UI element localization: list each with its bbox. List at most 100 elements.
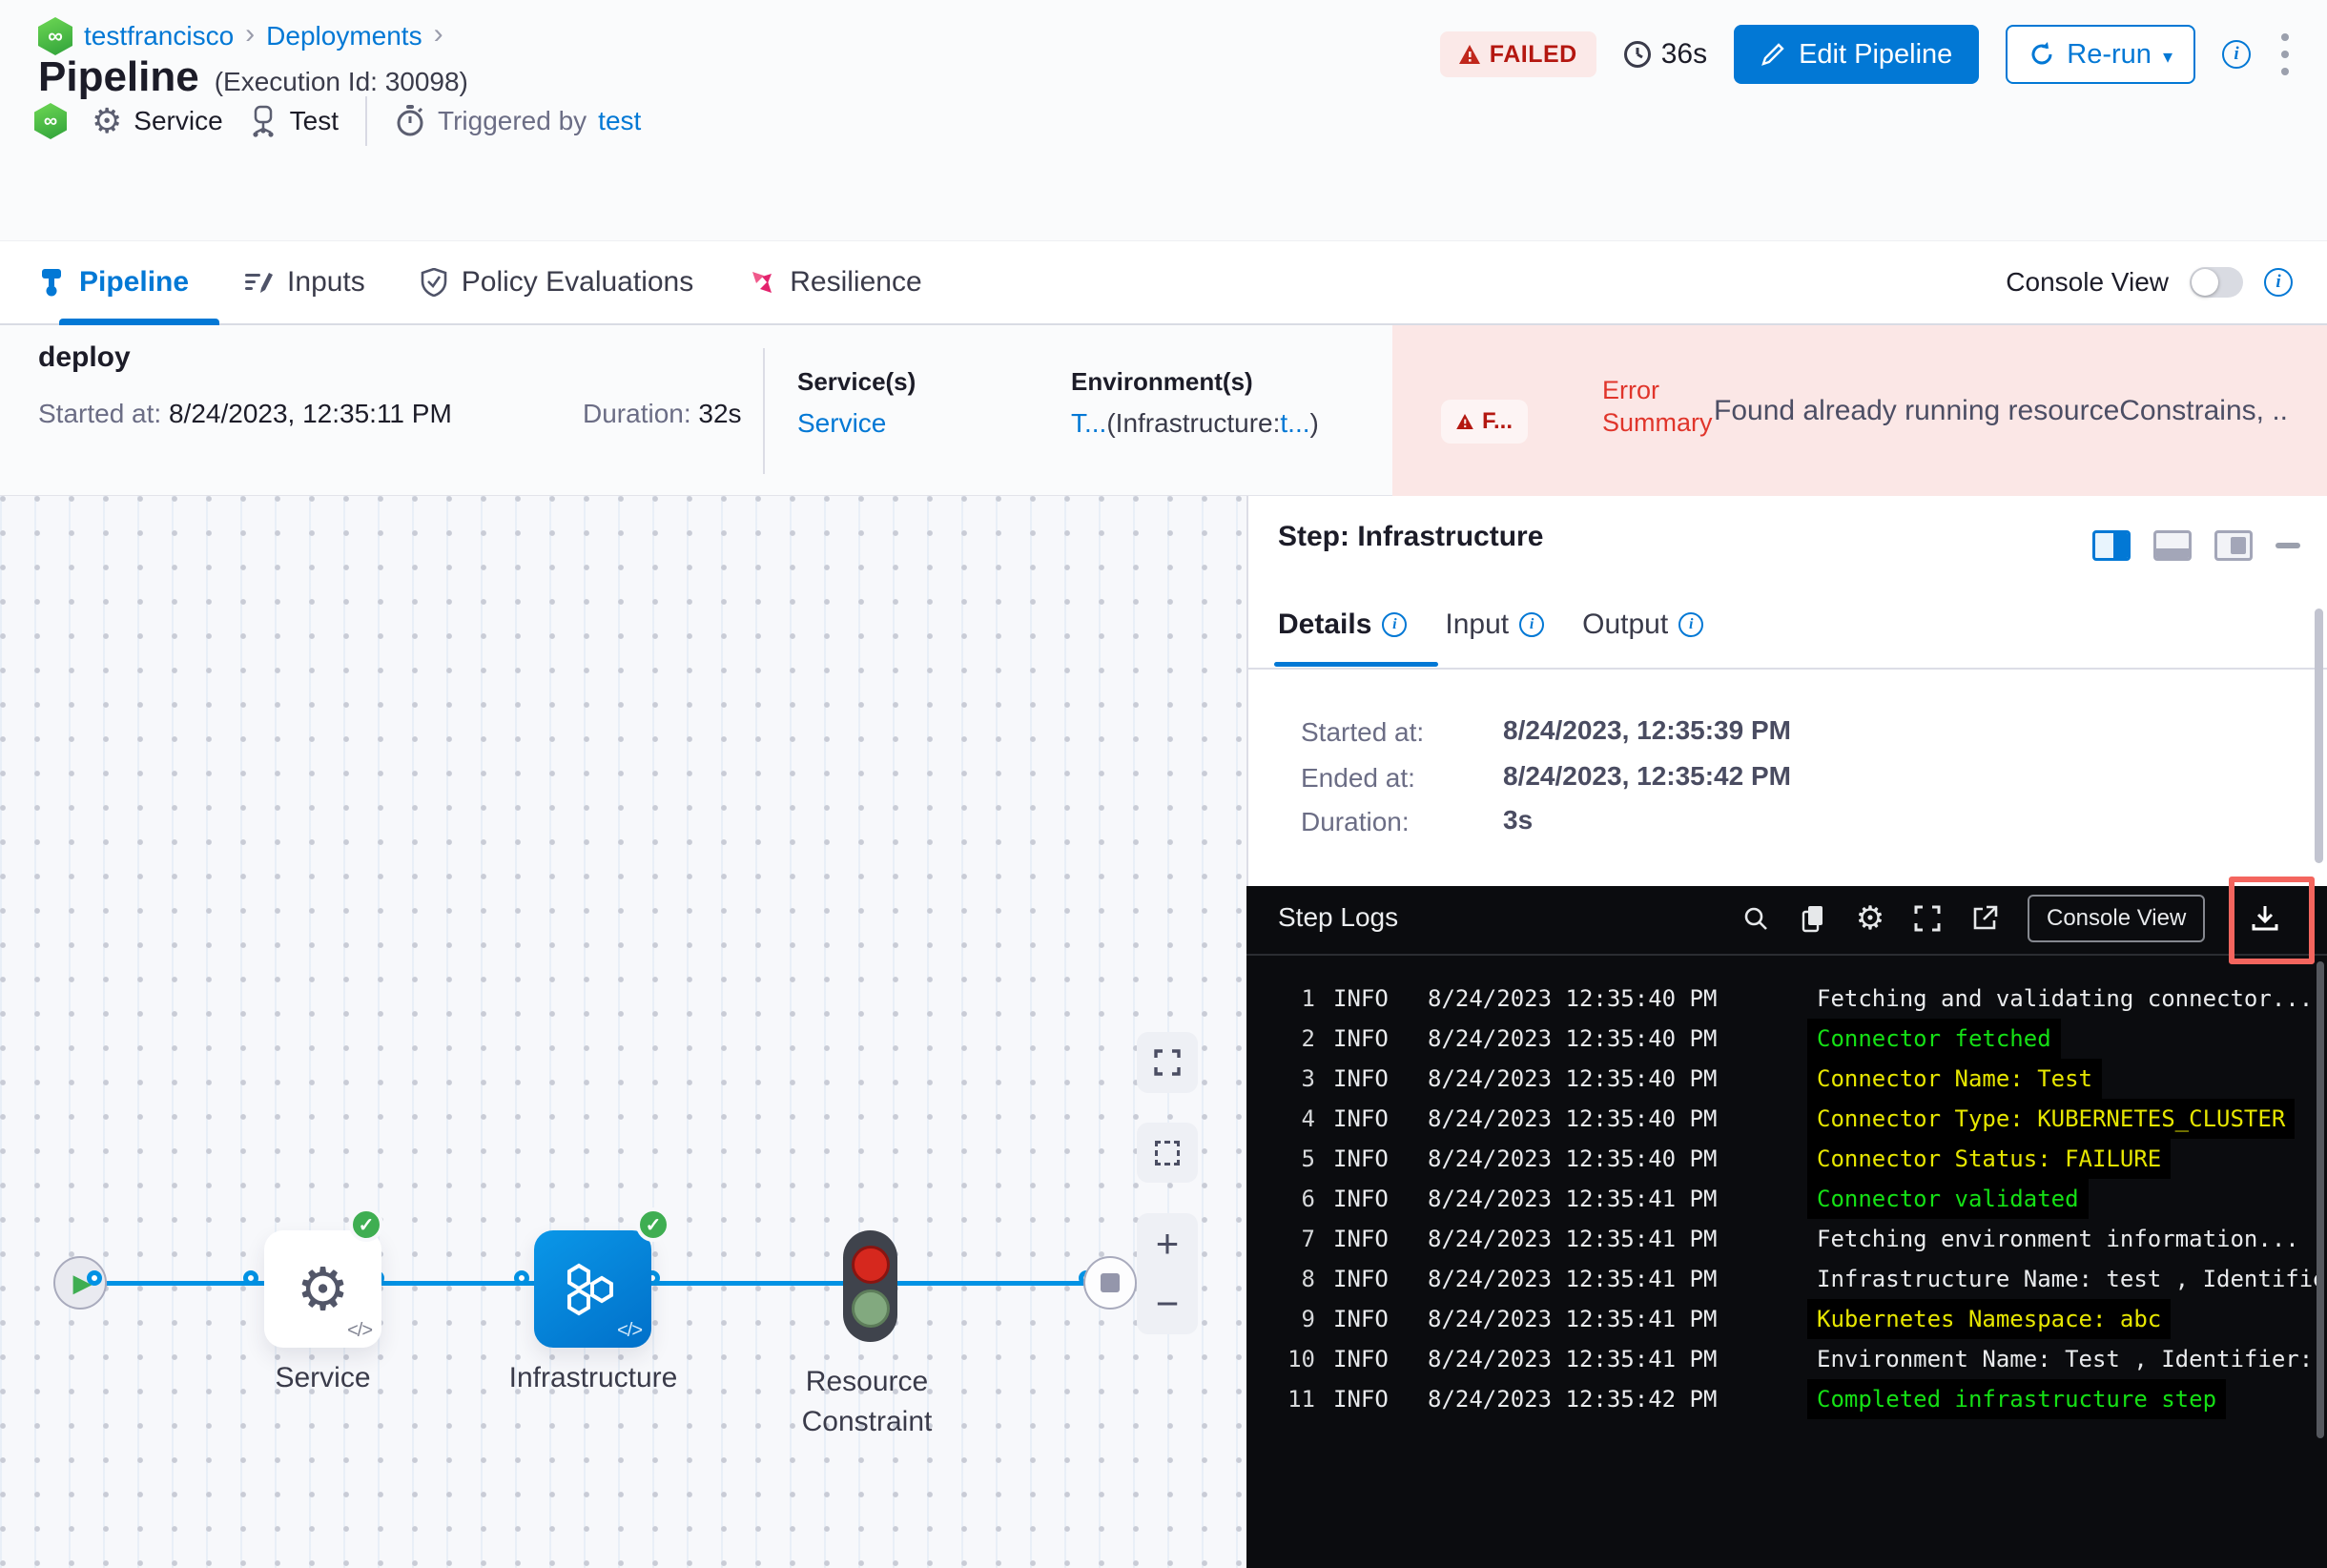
end-node[interactable] — [1083, 1256, 1137, 1310]
tab-pipeline[interactable]: Pipeline — [38, 266, 189, 299]
input-info-icon[interactable]: i — [1519, 612, 1545, 637]
output-info-icon[interactable]: i — [1678, 612, 1704, 637]
inputs-icon — [245, 272, 274, 293]
pipeline-meta-row: ∞ ⚙ Service Test Triggered by test — [34, 95, 641, 147]
log-message: Environment Name: Test , Identifier: Tes… — [1817, 1346, 2322, 1372]
detail-tabs-divider — [1246, 668, 2327, 670]
success-check-icon: ✓ — [636, 1207, 670, 1242]
log-line: 5 INFO 8/24/2023 12:35:40 PM Connector Stat… — [1246, 1139, 2327, 1179]
log-lines: 1 INFO 8/24/2023 12:35:40 PM Fetching and v… — [1246, 979, 2327, 1419]
infrastructure-step-node[interactable]: </> — [534, 1230, 651, 1348]
tab-input[interactable]: Input i — [1445, 609, 1545, 641]
annotation-highlight-box — [2229, 877, 2315, 964]
open-in-new-icon[interactable] — [1970, 904, 1999, 933]
stage-name[interactable]: deploy — [38, 341, 131, 374]
trigger-user-link[interactable]: test — [598, 106, 641, 136]
log-settings-gear-icon[interactable]: ⚙ — [1856, 900, 1884, 937]
fullscreen-icon[interactable] — [1913, 904, 1942, 933]
service-gear-icon: ⚙ — [296, 1257, 350, 1323]
ended-at-label: Ended at: — [1301, 763, 1415, 793]
refresh-icon — [2031, 42, 2052, 65]
layout-minimized-view-icon[interactable] — [2214, 530, 2253, 561]
services-label: Service(s) — [797, 367, 916, 396]
active-detail-tab-underline — [1274, 662, 1438, 667]
panel-scrollbar[interactable] — [2315, 609, 2323, 863]
pipeline-execution-page: ∞ testfrancisco › Deployments › Pipeline… — [0, 0, 2327, 1568]
service-gear-icon: ⚙ — [92, 101, 123, 140]
breadcrumb-project-link[interactable]: testfrancisco — [84, 21, 234, 52]
layout-bottom-view-icon[interactable] — [2153, 530, 2192, 561]
info-icon[interactable]: i — [2222, 40, 2251, 69]
error-badge-label: F... — [1482, 408, 1514, 434]
log-line: 9 INFO 8/24/2023 12:35:41 PM Kubernetes Nam… — [1246, 1299, 2327, 1339]
rerun-button[interactable]: Re-run ▾ — [2006, 25, 2195, 84]
tab-inputs-label: Inputs — [287, 265, 365, 298]
service-node-label: Service — [275, 1362, 371, 1393]
edge-port — [514, 1270, 529, 1286]
edit-pipeline-label: Edit Pipeline — [1799, 38, 1953, 70]
minimize-panel-button[interactable] — [2276, 543, 2300, 548]
zoom-in-button[interactable]: + — [1156, 1223, 1180, 1264]
log-message: Connector Type: KUBERNETES_CLUSTER — [1807, 1099, 2296, 1139]
more-options-menu[interactable] — [2277, 30, 2293, 79]
infrastructure-node-label: Infrastructure — [508, 1362, 678, 1393]
log-message: Connector fetched — [1807, 1019, 2061, 1059]
code-glyph: </> — [347, 1320, 373, 1341]
environments-value[interactable]: T...(Infrastructure:t...) — [1071, 408, 1319, 439]
started-at-value: 8/24/2023, 12:35:39 PM — [1503, 715, 1791, 745]
code-glyph: </> — [617, 1320, 643, 1341]
log-line: 10 INFO 8/24/2023 12:35:41 PM Environment N… — [1246, 1339, 2327, 1379]
console-view-toggle[interactable] — [2190, 266, 2243, 298]
breadcrumb: ∞ testfrancisco › Deployments › — [38, 17, 443, 55]
traffic-light-green — [851, 1289, 890, 1328]
marquee-select-button[interactable] — [1137, 1123, 1198, 1183]
panel-layout-controls — [2092, 530, 2300, 561]
copy-icon[interactable] — [1799, 904, 1827, 933]
edit-pipeline-button[interactable]: Edit Pipeline — [1734, 25, 1980, 84]
tab-input-label: Input — [1445, 609, 1510, 640]
details-info-icon[interactable]: i — [1382, 612, 1408, 637]
tab-details-label: Details — [1278, 609, 1372, 640]
warning-icon — [1456, 414, 1473, 429]
tab-output[interactable]: Output i — [1582, 609, 1704, 641]
log-line: 1 INFO 8/24/2023 12:35:40 PM Fetching and v… — [1246, 979, 2327, 1019]
tab-pipeline-label: Pipeline — [79, 265, 190, 298]
environment-link[interactable]: T... — [1071, 408, 1106, 438]
edge-port — [87, 1270, 102, 1286]
traffic-light-red — [851, 1245, 890, 1284]
harness-stage-icon: ∞ — [34, 103, 67, 139]
title-row: Pipeline (Execution Id: 30098) — [38, 53, 468, 101]
search-icon[interactable] — [1741, 904, 1770, 933]
layout-right-view-icon[interactable] — [2092, 530, 2131, 561]
resource-constraint-node[interactable] — [843, 1230, 897, 1342]
pipeline-graph-canvas[interactable]: ▶ ⚙ </> ✓ Service </> ✓ Infrastructure R… — [0, 496, 1246, 1568]
page-title: Pipeline — [38, 53, 199, 100]
step-detail-tabs: Details i Input i Output i — [1278, 609, 1704, 641]
fit-to-screen-button[interactable] — [1137, 1032, 1198, 1093]
services-value-link[interactable]: Service — [797, 408, 886, 439]
console-view-info-icon[interactable]: i — [2264, 267, 2293, 297]
tab-policy-evaluations-label: Policy Evaluations — [461, 265, 694, 298]
log-line: 7 INFO 8/24/2023 12:35:41 PM Fetching envir… — [1246, 1219, 2327, 1259]
infrastructure-hexagons-icon — [566, 1263, 613, 1315]
infrastructure-link[interactable]: t... — [1280, 408, 1309, 438]
tab-resilience[interactable]: Resilience — [749, 266, 922, 299]
zoom-out-button[interactable]: − — [1156, 1284, 1180, 1324]
breadcrumb-deployments-link[interactable]: Deployments — [266, 21, 422, 52]
meta-test-label: Test — [289, 106, 340, 135]
error-status-badge: F... — [1441, 400, 1529, 444]
console-view-button[interactable]: Console View — [2028, 895, 2206, 942]
breadcrumb-separator: › — [433, 18, 443, 50]
success-check-icon: ✓ — [349, 1207, 383, 1242]
error-summary-label: Error Summary — [1602, 376, 1713, 437]
tab-policy-evaluations[interactable]: Policy Evaluations — [421, 266, 693, 299]
tab-details[interactable]: Details i — [1278, 609, 1408, 641]
logs-scrollbar[interactable] — [2317, 961, 2324, 1438]
service-step-node[interactable]: ⚙ </> — [264, 1230, 381, 1348]
breadcrumb-separator: › — [245, 18, 256, 50]
ended-at-value: 8/24/2023, 12:35:42 PM — [1503, 761, 1791, 791]
elapsed-time-value: 36s — [1660, 38, 1708, 70]
tab-inputs[interactable]: Inputs — [244, 266, 365, 299]
marquee-icon — [1155, 1140, 1180, 1166]
duration-label: Duration: — [1301, 807, 1410, 836]
